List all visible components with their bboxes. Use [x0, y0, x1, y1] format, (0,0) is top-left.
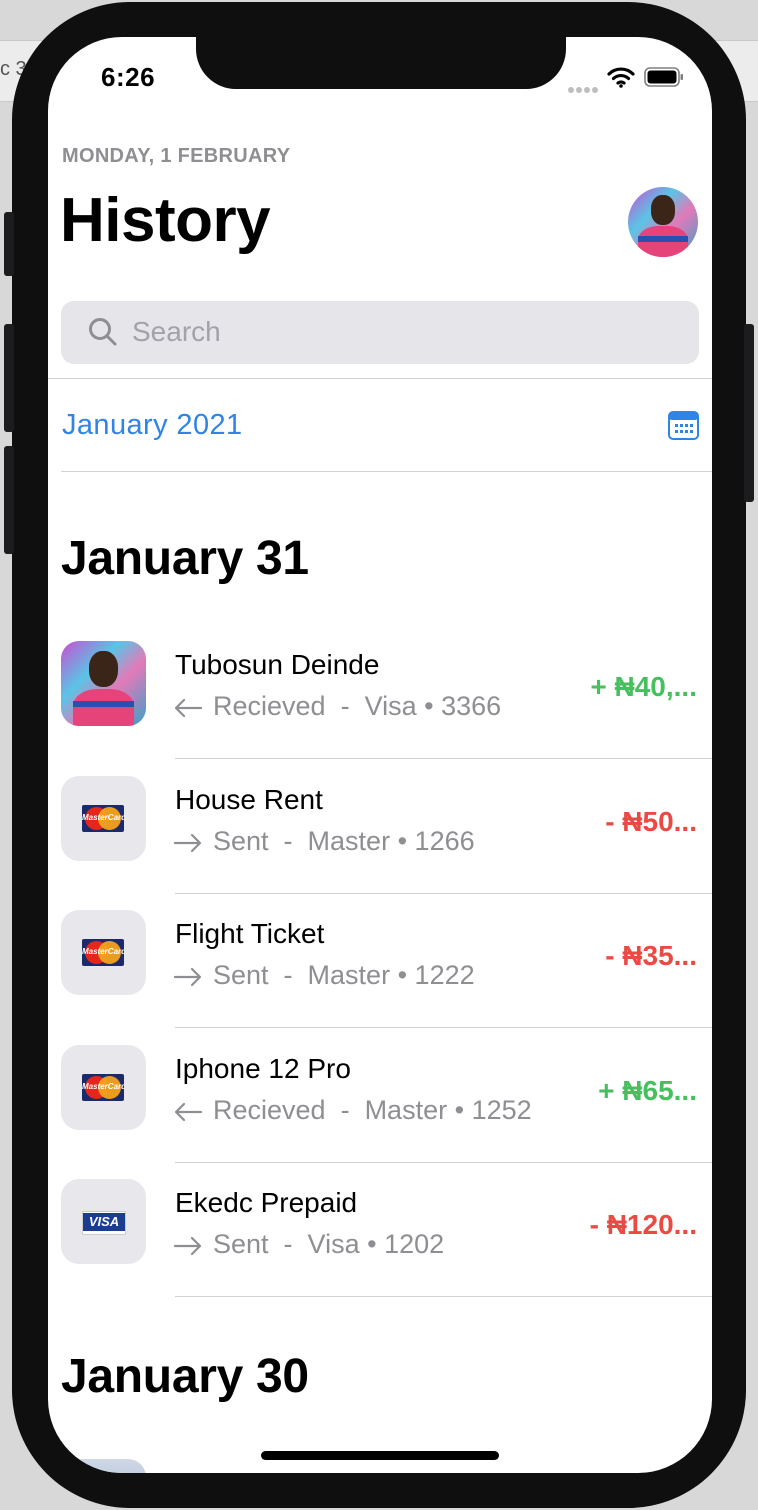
transaction-row[interactable]: MasterCard Iphone 12 Pro Recieved - Mast…: [48, 1029, 712, 1163]
transaction-name: Ekedc Prepaid: [175, 1187, 358, 1218]
transaction-amount: + ₦65...: [598, 1075, 697, 1106]
transaction-amount: - ₦50...: [605, 806, 697, 837]
transaction-row[interactable]: VISA Ekedc Prepaid Sent - Visa • 1202 - …: [48, 1163, 712, 1297]
transaction-direction: Recieved: [213, 691, 326, 721]
card-brand: Master: [364, 1095, 448, 1125]
transaction-name: House Rent: [175, 784, 323, 815]
device-notch: [196, 37, 566, 89]
contact-avatar: [61, 641, 146, 726]
section-heading: January 30: [61, 1350, 309, 1403]
card-last4: 1266: [414, 826, 475, 856]
visa-icon: VISA: [61, 1179, 146, 1264]
card-brand: Visa: [307, 1229, 360, 1259]
card-last4: 1202: [384, 1229, 445, 1259]
section-heading: January 31: [61, 532, 309, 585]
contact-avatar[interactable]: [61, 1459, 146, 1473]
mastercard-icon: MasterCard: [61, 910, 146, 995]
status-time: 6:26: [101, 62, 156, 92]
page-title: History: [60, 186, 271, 255]
divider: [48, 378, 712, 379]
home-indicator[interactable]: [261, 1451, 499, 1460]
power-button: [744, 324, 754, 502]
transaction-meta: Recieved - Visa • 3366: [173, 691, 501, 722]
transaction-direction: Sent: [213, 960, 269, 990]
card-brand: Visa: [364, 691, 417, 721]
row-divider: [175, 1027, 712, 1028]
volume-up-button: [4, 324, 14, 432]
app-screen: MONDAY, 1 FEBRUARY History Search Januar…: [48, 37, 712, 1473]
search-icon: [89, 318, 117, 346]
transaction-amount: + ₦40,...: [590, 671, 697, 702]
transaction-amount: - ₦35...: [605, 940, 697, 971]
transaction-name: Tubosun Deinde: [175, 649, 380, 680]
transaction-row[interactable]: MasterCard Flight Ticket Sent - Master •…: [48, 894, 712, 1028]
transaction-direction: Recieved: [213, 1095, 326, 1125]
card-last4: 3366: [441, 691, 502, 721]
mastercard-icon: MasterCard: [61, 1045, 146, 1130]
transaction-direction: Sent: [213, 1229, 269, 1259]
card-brand: Master: [307, 960, 391, 990]
search-placeholder: Search: [132, 316, 221, 347]
arrow-right-icon: [173, 967, 202, 986]
wifi-icon: [607, 67, 635, 88]
transaction-direction: Sent: [213, 826, 269, 856]
transaction-meta: Sent - Master • 1266: [173, 826, 475, 857]
transaction-name: Iphone 12 Pro: [175, 1053, 351, 1084]
transaction-row[interactable]: MasterCard House Rent Sent - Master • 12…: [48, 760, 712, 894]
transaction-meta: Recieved - Master • 1252: [173, 1095, 532, 1126]
arrow-right-icon: [173, 833, 202, 852]
transaction-meta: Sent - Master • 1222: [173, 960, 475, 991]
card-last4: 1252: [471, 1095, 532, 1125]
divider: [61, 471, 712, 472]
transaction-amount: - ₦120...: [589, 1209, 697, 1240]
arrow-left-icon: [174, 698, 203, 717]
transaction-name: Flight Ticket: [175, 918, 325, 949]
row-divider: [175, 1296, 712, 1297]
mute-switch: [4, 212, 14, 276]
profile-avatar[interactable]: [628, 187, 698, 257]
month-selector[interactable]: January 2021: [62, 409, 243, 442]
card-brand: Master: [307, 826, 391, 856]
mastercard-icon: MasterCard: [61, 776, 146, 861]
volume-down-button: [4, 446, 14, 554]
search-field[interactable]: Search: [61, 301, 699, 364]
cellular-signal-icon: [568, 80, 600, 98]
row-divider: [175, 758, 712, 759]
arrow-right-icon: [173, 1236, 202, 1255]
date-caption: MONDAY, 1 FEBRUARY: [62, 145, 291, 167]
transaction-row[interactable]: Tubosun Deinde Recieved - Visa • 3366 + …: [48, 625, 712, 759]
card-last4: 1222: [414, 960, 475, 990]
calendar-icon[interactable]: [668, 411, 699, 440]
arrow-left-icon: [174, 1102, 203, 1121]
transaction-meta: Sent - Visa • 1202: [173, 1229, 444, 1260]
battery-icon: [644, 67, 683, 87]
